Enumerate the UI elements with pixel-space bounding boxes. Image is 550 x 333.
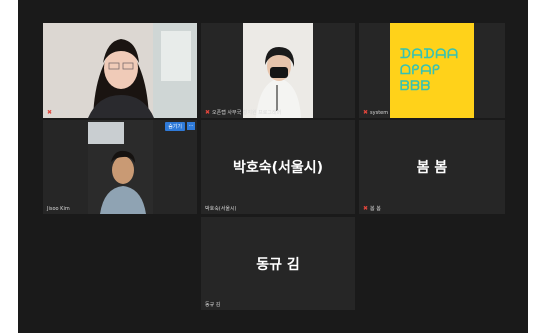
mic-muted-icon: ✖: [363, 109, 369, 116]
participant-tile-2[interactable]: ✖ 오픈랩 사무국 황지원 프로그래머: [201, 23, 355, 118]
participant-name-4: Jisoo Kim: [47, 206, 70, 212]
participant-name-3: ✖ system: [363, 109, 389, 116]
participant-name-6: ✖ 봄 봄: [363, 205, 381, 212]
participant-name-1: ✖ 채은 김: [47, 109, 70, 116]
participant-video-1: [43, 23, 197, 118]
participant-display-name-6: 봄 봄: [416, 160, 448, 176]
participant-tile-7[interactable]: 동규 김 동규 김: [201, 217, 355, 310]
mic-muted-icon: ✖: [205, 109, 211, 116]
participant-display-name-5: 박호숙(서울시): [232, 160, 324, 176]
participant-display-name-7: 동규 김: [256, 256, 300, 273]
participant-tile-4[interactable]: 숨기기 ... Jisoo Kim: [43, 120, 197, 214]
participant-name-5: 박호숙(서울시): [205, 206, 237, 212]
participant-name-2: ✖ 오픈랩 사무국 황지원 프로그래머: [205, 109, 282, 116]
participant-video-2: [201, 23, 355, 118]
participant-name-7: 동규 김: [205, 302, 221, 308]
more-options-button[interactable]: ...: [187, 122, 195, 130]
participant-video-4: [88, 120, 153, 214]
mic-muted-icon: ✖: [47, 109, 53, 116]
participant-tile-1[interactable]: ✖ 채은 김: [43, 23, 197, 118]
hide-button[interactable]: 숨기기: [165, 122, 185, 131]
video-call-window: ✖ 채은 김 ✖ 오픈랩 사무국 황지원 프로그래머 ᗪᗩᗪᗩᗩ ᗝᑭᗩᑭ ᗷᗷᗷ …: [18, 0, 528, 333]
participant-video-artwork: ᗪᗩᗪᗩᗩ ᗝᑭᗩᑭ ᗷᗷᗷ: [390, 23, 474, 118]
participant-tile-5[interactable]: 박호숙(서울시) 박호숙(서울시): [201, 120, 355, 214]
participant-tile-3[interactable]: ᗪᗩᗪᗩᗩ ᗝᑭᗩᑭ ᗷᗷᗷ ✖ system: [359, 23, 505, 118]
participant-tile-6[interactable]: 봄 봄 ✖ 봄 봄: [359, 120, 505, 214]
mic-muted-icon: ✖: [363, 205, 369, 212]
